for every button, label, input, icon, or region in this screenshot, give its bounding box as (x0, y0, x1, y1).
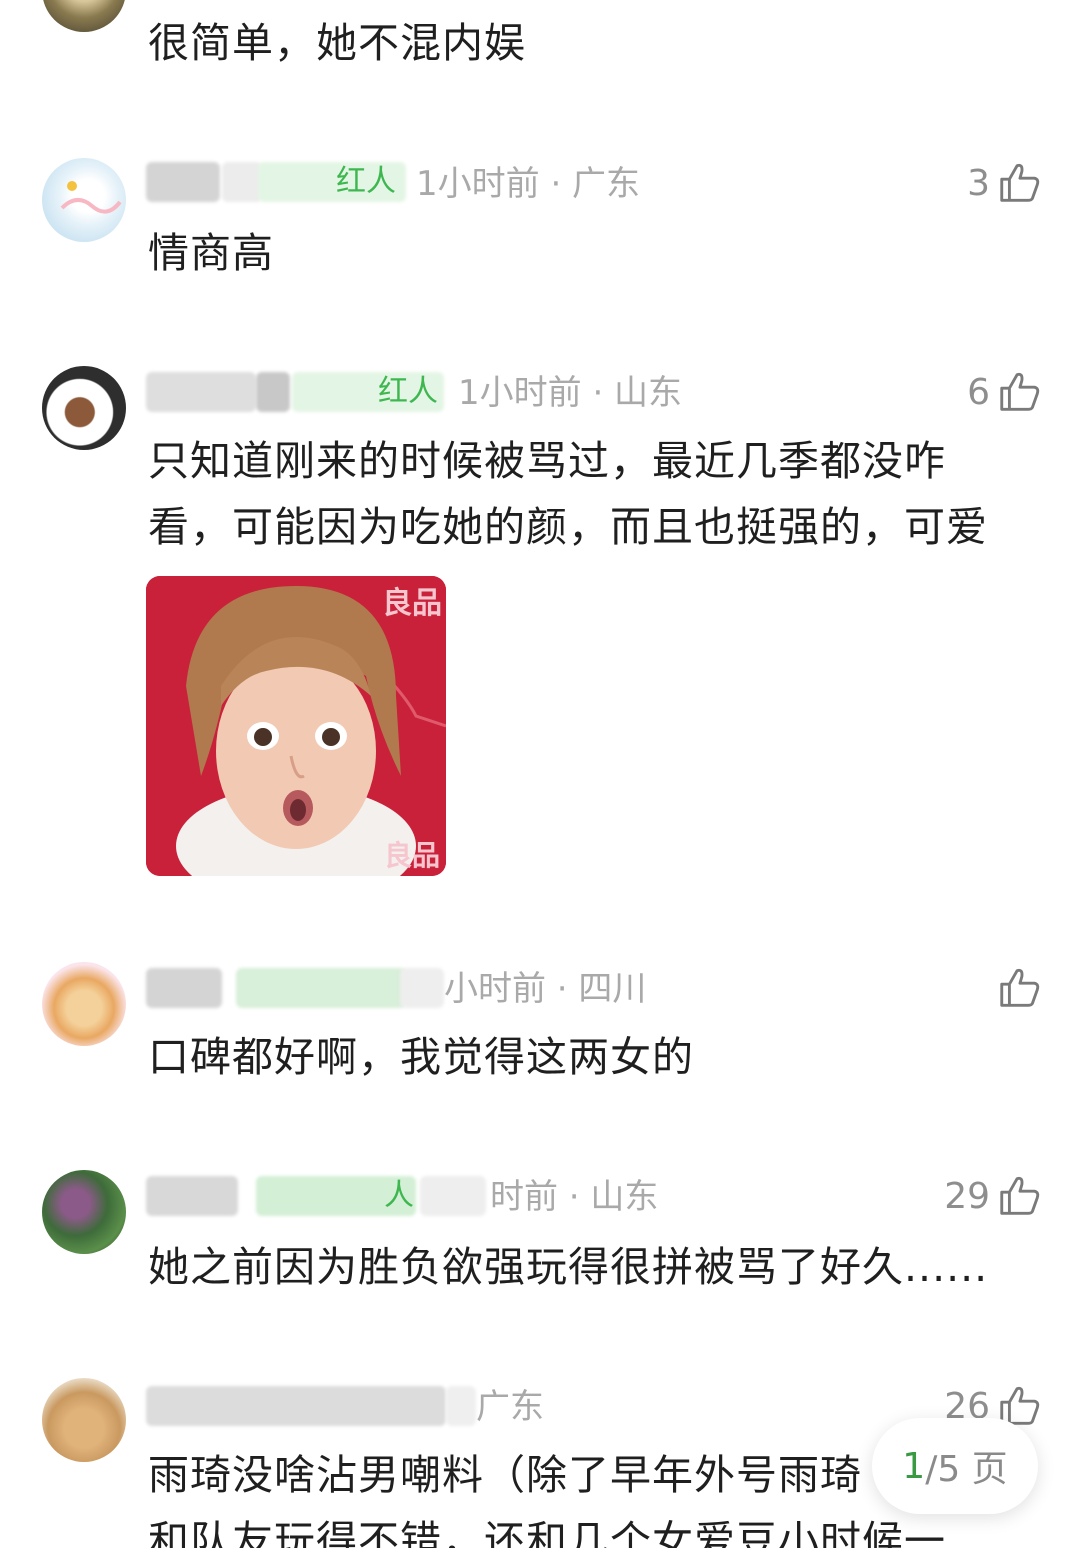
like-button[interactable]: 6 (967, 367, 1042, 417)
avatar[interactable] (42, 1170, 126, 1254)
comment-meta: 广东 (476, 1387, 544, 1427)
username-blurred[interactable] (146, 372, 256, 412)
thumbs-up-icon (1000, 163, 1040, 202)
like-count: 29 (944, 1175, 990, 1217)
comment-text: 情商高 (148, 229, 274, 277)
like-count: 6 (967, 371, 990, 413)
image-sign-text: 良品 (383, 839, 440, 872)
page-current: 1 (902, 1445, 926, 1487)
comment-text: 她之前因为胜负欲强玩得很拼被骂了好久...... (148, 1243, 989, 1291)
avatar[interactable] (42, 0, 126, 32)
username-blurred[interactable] (222, 162, 262, 202)
like-button[interactable]: 29 (944, 1171, 1042, 1221)
avatar[interactable] (42, 366, 126, 450)
page-total: /5 页 (925, 1449, 1008, 1490)
username-blurred[interactable] (146, 162, 220, 202)
comment-text-continued: 和队友玩得不错，还和几个女爱豆小时候一 (148, 1517, 946, 1548)
comment-meta: 时前 · 山东 (490, 1177, 659, 1217)
user-badge: 人 (384, 1178, 414, 1213)
comment-text: 很简单，她不混内娱 (148, 19, 526, 67)
image-sign-text: 良品 (382, 586, 442, 621)
comment-meta: 1小时前 · 广东 (416, 164, 641, 204)
comment-meta: 1小时前 · 山东 (458, 373, 683, 413)
thumbs-up-icon (1000, 372, 1040, 411)
like-button[interactable]: 3 (967, 158, 1042, 208)
avatar[interactable] (42, 1378, 126, 1462)
comment-text: 只知道刚来的时候被骂过，最近几季都没咋看，可能因为吃她的颜，而且也挺强的，可爱 (148, 437, 988, 551)
meta-blurred (420, 1176, 486, 1216)
avatar[interactable] (42, 158, 126, 242)
comment-list: 很简单，她不混内娱 红人 1小时前 · 广东 3 情商高 红人 1小时前 · 山… (0, 0, 1080, 1548)
username-blurred[interactable] (146, 1386, 446, 1426)
thumbs-up-icon (1000, 968, 1040, 1007)
user-badge: 红人 (378, 374, 438, 409)
thumbs-up-icon (1000, 1176, 1040, 1215)
username-blurred[interactable] (446, 1386, 476, 1426)
badge-blurred (400, 968, 444, 1008)
comment-image[interactable]: 良品 良品 (146, 576, 446, 876)
comment-meta: 小时前 · 四川 (444, 969, 647, 1009)
username-blurred[interactable] (256, 372, 290, 412)
like-button[interactable] (990, 963, 1042, 1013)
badge-blurred (236, 968, 406, 1008)
avatar[interactable] (42, 962, 126, 1046)
like-count: 3 (967, 162, 990, 204)
username-blurred[interactable] (146, 968, 222, 1008)
comment-text: 口碑都好啊，我觉得这两女的 (148, 1033, 694, 1081)
user-badge: 红人 (336, 164, 396, 199)
username-blurred[interactable] (146, 1176, 238, 1216)
page-indicator[interactable]: 1 /5 页 (872, 1418, 1038, 1514)
